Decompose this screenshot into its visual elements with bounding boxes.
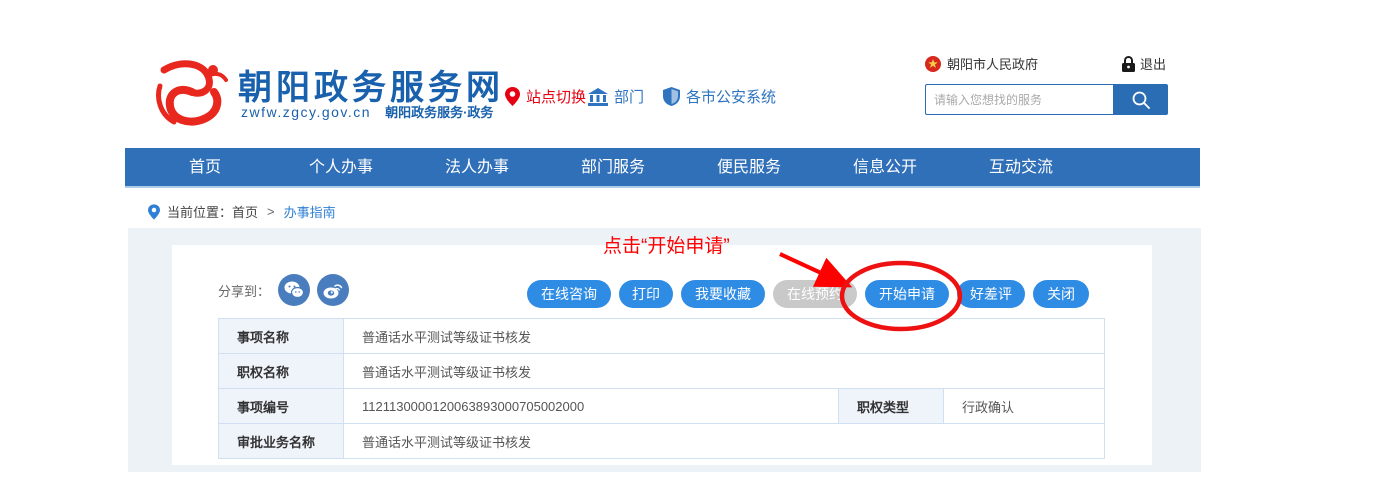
row-label: 职权类型 <box>839 389 944 424</box>
site-switch-label: 站点切换 <box>526 86 586 107</box>
favorite-button[interactable]: 我要收藏 <box>681 280 765 308</box>
row-value: 普通话水平测试等级证书核发 <box>344 424 1105 459</box>
row-label: 审批业务名称 <box>219 424 344 459</box>
logout-button[interactable]: 退出 <box>1122 54 1166 73</box>
gov-site-label: 朝阳市人民政府 <box>947 54 1038 73</box>
rating-button[interactable]: 好差评 <box>957 280 1025 308</box>
breadcrumb-prefix: 当前位置：首页 <box>167 202 258 221</box>
close-button[interactable]: 关闭 <box>1033 280 1089 308</box>
site-switch-link[interactable]: 站点切换 <box>505 86 586 107</box>
share-row: 分享到： <box>218 274 356 306</box>
row-value: 行政确认 <box>944 389 1105 424</box>
table-row: 职权名称 普通话水平测试等级证书核发 <box>219 354 1105 389</box>
departments-label: 部门 <box>614 86 644 107</box>
nav-item-convenience-services[interactable]: 便民服务 <box>681 148 817 188</box>
lock-icon <box>1122 56 1135 72</box>
share-wechat-button[interactable] <box>278 274 310 306</box>
site-logo-dragon-icon <box>150 56 232 132</box>
national-emblem-icon <box>925 56 941 72</box>
search-input[interactable] <box>925 84 1113 115</box>
table-row: 审批业务名称 普通话水平测试等级证书核发 <box>219 424 1105 459</box>
table-row: 事项名称 普通话水平测试等级证书核发 <box>219 319 1105 354</box>
gov-site-link[interactable]: 朝阳市人民政府 <box>925 54 1038 73</box>
site-domain: zwfw.zgcy.gov.cn <box>241 104 371 120</box>
nav-item-personal[interactable]: 个人办事 <box>273 148 409 188</box>
departments-link[interactable]: 部门 <box>588 86 644 107</box>
site-slogan: 朝阳政务服务·政务 <box>385 105 493 120</box>
breadcrumb-pin-icon <box>148 204 160 220</box>
row-label: 职权名称 <box>219 354 344 389</box>
search-icon <box>1131 90 1151 110</box>
breadcrumb: 当前位置：首页 > 办事指南 <box>148 202 336 221</box>
start-application-button[interactable]: 开始申请 <box>865 280 949 308</box>
share-weibo-button[interactable] <box>317 274 349 306</box>
public-security-label: 各市公安系统 <box>686 86 776 107</box>
bank-icon <box>588 88 608 106</box>
logout-label: 退出 <box>1140 54 1166 73</box>
search-button[interactable] <box>1113 84 1168 115</box>
location-pin-icon <box>505 87 520 106</box>
main-nav: 首页 个人办事 法人办事 部门服务 便民服务 信息公开 互动交流 <box>125 148 1200 188</box>
breadcrumb-home-link[interactable]: 首页 <box>232 205 258 220</box>
online-reservation-button: 在线预约 <box>773 280 857 308</box>
site-subtitle: zwfw.zgcy.gov.cn 朝阳政务服务·政务 <box>241 102 493 121</box>
wechat-icon <box>284 281 304 299</box>
shield-icon <box>663 87 680 106</box>
breadcrumb-separator: > <box>267 204 275 219</box>
table-row: 事项编号 1121130000120063893000705002000 职权类… <box>219 389 1105 424</box>
nav-item-department-services[interactable]: 部门服务 <box>545 148 681 188</box>
search-bar <box>925 84 1168 115</box>
breadcrumb-current-link[interactable]: 办事指南 <box>284 202 336 221</box>
weibo-icon <box>323 281 343 299</box>
row-value: 普通话水平测试等级证书核发 <box>344 354 1105 389</box>
online-consult-button[interactable]: 在线咨询 <box>527 280 611 308</box>
service-info-table: 事项名称 普通话水平测试等级证书核发 职权名称 普通话水平测试等级证书核发 事项… <box>218 318 1105 459</box>
print-button[interactable]: 打印 <box>619 280 673 308</box>
row-label: 事项名称 <box>219 319 344 354</box>
nav-item-interaction[interactable]: 互动交流 <box>953 148 1089 188</box>
page: 朝阳政务服务网 zwfw.zgcy.gov.cn朝阳政务服务·政务 站点切换 部… <box>0 0 1384 496</box>
public-security-link[interactable]: 各市公安系统 <box>663 86 776 107</box>
share-label: 分享到： <box>218 281 270 300</box>
nav-item-home[interactable]: 首页 <box>137 148 273 188</box>
nav-item-info-disclosure[interactable]: 信息公开 <box>817 148 953 188</box>
annotation-text: 点击“开始申请” <box>603 231 730 258</box>
row-value: 1121130000120063893000705002000 <box>344 389 839 424</box>
row-value: 普通话水平测试等级证书核发 <box>344 319 1105 354</box>
nav-item-legal-person[interactable]: 法人办事 <box>409 148 545 188</box>
row-label: 事项编号 <box>219 389 344 424</box>
